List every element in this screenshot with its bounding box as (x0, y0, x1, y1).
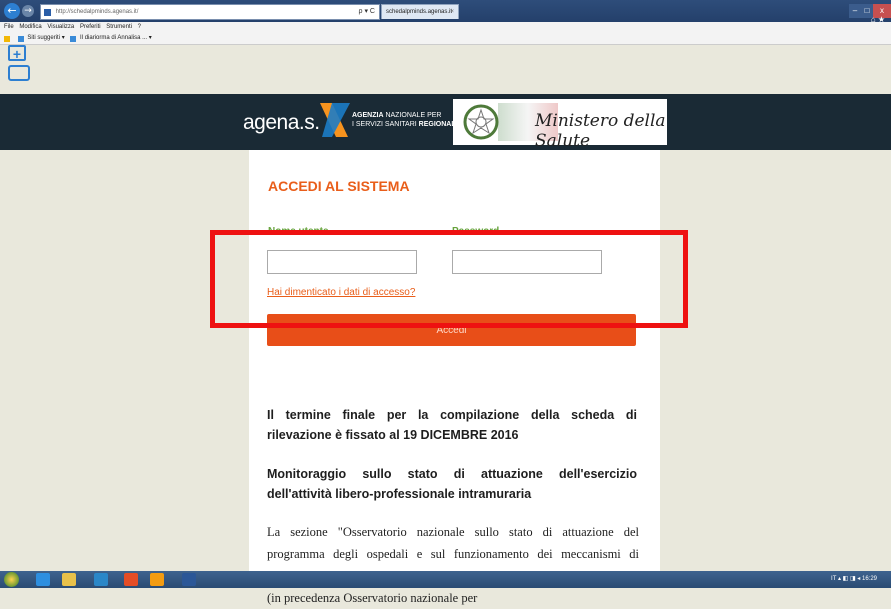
section-title: Monitoraggio sullo stato di attuazione d… (267, 467, 637, 501)
browser-tab[interactable]: schedalpminds.agenas.it × (381, 4, 459, 19)
subtitle-1: NAZIONALE PER (383, 112, 442, 119)
favorite-item[interactable]: Il diariorma di Annalisa ... ▾ (80, 35, 152, 41)
favorite-item[interactable]: Siti suggeriti ▾ (27, 35, 64, 41)
login-card: ACCEDI AL SISTEMA Nome utente Password H… (249, 150, 660, 605)
ministry-logo: Ministero della Salute (453, 99, 667, 151)
address-url[interactable]: http://schedalpminds.agenas.it/ (56, 9, 139, 15)
browser-title-bar: ← → http://schedalpminds.agenas.it/ ρ ▾ … (0, 0, 891, 24)
section-paragraph: La sezione "Osservatorio nazionale sullo… (267, 525, 639, 605)
suggested-sites-icon (17, 35, 24, 42)
addon-toolbar: + (8, 45, 32, 85)
login-button[interactable]: Accedi (267, 314, 636, 346)
word-taskbar-icon[interactable] (182, 573, 196, 586)
subtitle-bold-2: REGIONALI (418, 121, 458, 128)
system-tray: IT ▴ ◧ ◨ ◂ 16:29 (831, 571, 877, 588)
menu-bar: File Modifica Visualizza Preferiti Strum… (0, 22, 891, 33)
favorites-star-icon[interactable] (4, 35, 10, 42)
window-controls: – □ x (849, 0, 891, 18)
agenas-subtitle: AGENZIA NAZIONALE PER I SERVIZI SANITARI… (352, 111, 458, 129)
tray-language[interactable]: IT (831, 576, 836, 582)
minimize-button[interactable]: – (849, 4, 861, 18)
favorites-bar: Siti suggeriti ▾ Il diariorma di Annalis… (0, 33, 891, 45)
menu-file[interactable]: File (4, 24, 14, 30)
tray-icons[interactable]: ▴ ◧ ◨ ◂ (838, 576, 862, 582)
forward-button[interactable]: → (22, 5, 34, 17)
menu-visualizza[interactable]: Visualizza (47, 24, 74, 30)
ie-taskbar-icon[interactable] (36, 573, 50, 586)
username-label: Nome utente (268, 226, 329, 237)
password-label: Password (452, 226, 500, 237)
deadline-notice: Il termine finale per la compilazione de… (267, 408, 637, 442)
ie-page-icon (70, 35, 77, 42)
italian-emblem-icon (463, 104, 499, 140)
start-button[interactable] (4, 572, 19, 587)
add-plus-icon[interactable]: + (8, 45, 26, 61)
tab-close-icon[interactable]: × (450, 5, 454, 20)
screen-capture-icon[interactable] (8, 65, 30, 81)
tray-clock[interactable]: 16:29 (862, 576, 877, 582)
ministry-name: Ministero della Salute (535, 111, 666, 151)
address-bar[interactable]: http://schedalpminds.agenas.it/ ρ ▾ C (40, 4, 380, 20)
forgot-credentials-link[interactable]: Hai dimenticato i dati di accesso? (267, 287, 415, 298)
menu-help[interactable]: ? (138, 24, 141, 30)
explorer-taskbar-icon[interactable] (62, 573, 76, 586)
address-controls[interactable]: ρ ▾ C (359, 5, 375, 19)
media-taskbar-icon[interactable] (94, 573, 108, 586)
menu-strumenti[interactable]: Strumenti (106, 24, 132, 30)
agenas-logo-text: agena.s. (243, 111, 320, 134)
office-taskbar-icon[interactable] (150, 573, 164, 586)
menu-modifica[interactable]: Modifica (19, 24, 41, 30)
back-button[interactable]: ← (4, 3, 20, 19)
subtitle-2: I SERVIZI SANITARI (352, 121, 419, 128)
chrome-taskbar-icon[interactable] (124, 573, 138, 586)
site-favicon-icon (44, 8, 51, 16)
subtitle-bold-1: AGENZIA (352, 112, 384, 119)
windows-taskbar: IT ▴ ◧ ◨ ◂ 16:29 (0, 571, 891, 588)
site-header: agena.s. AGENZIA NAZIONALE PER I SERVIZI… (0, 94, 891, 151)
menu-preferiti[interactable]: Preferiti (80, 24, 101, 30)
tab-title: schedalpminds.agenas.it (386, 9, 453, 15)
password-input[interactable] (452, 250, 602, 274)
login-title: ACCEDI AL SISTEMA (268, 178, 410, 194)
agenas-logo-icon (320, 103, 350, 137)
username-input[interactable] (267, 250, 417, 274)
